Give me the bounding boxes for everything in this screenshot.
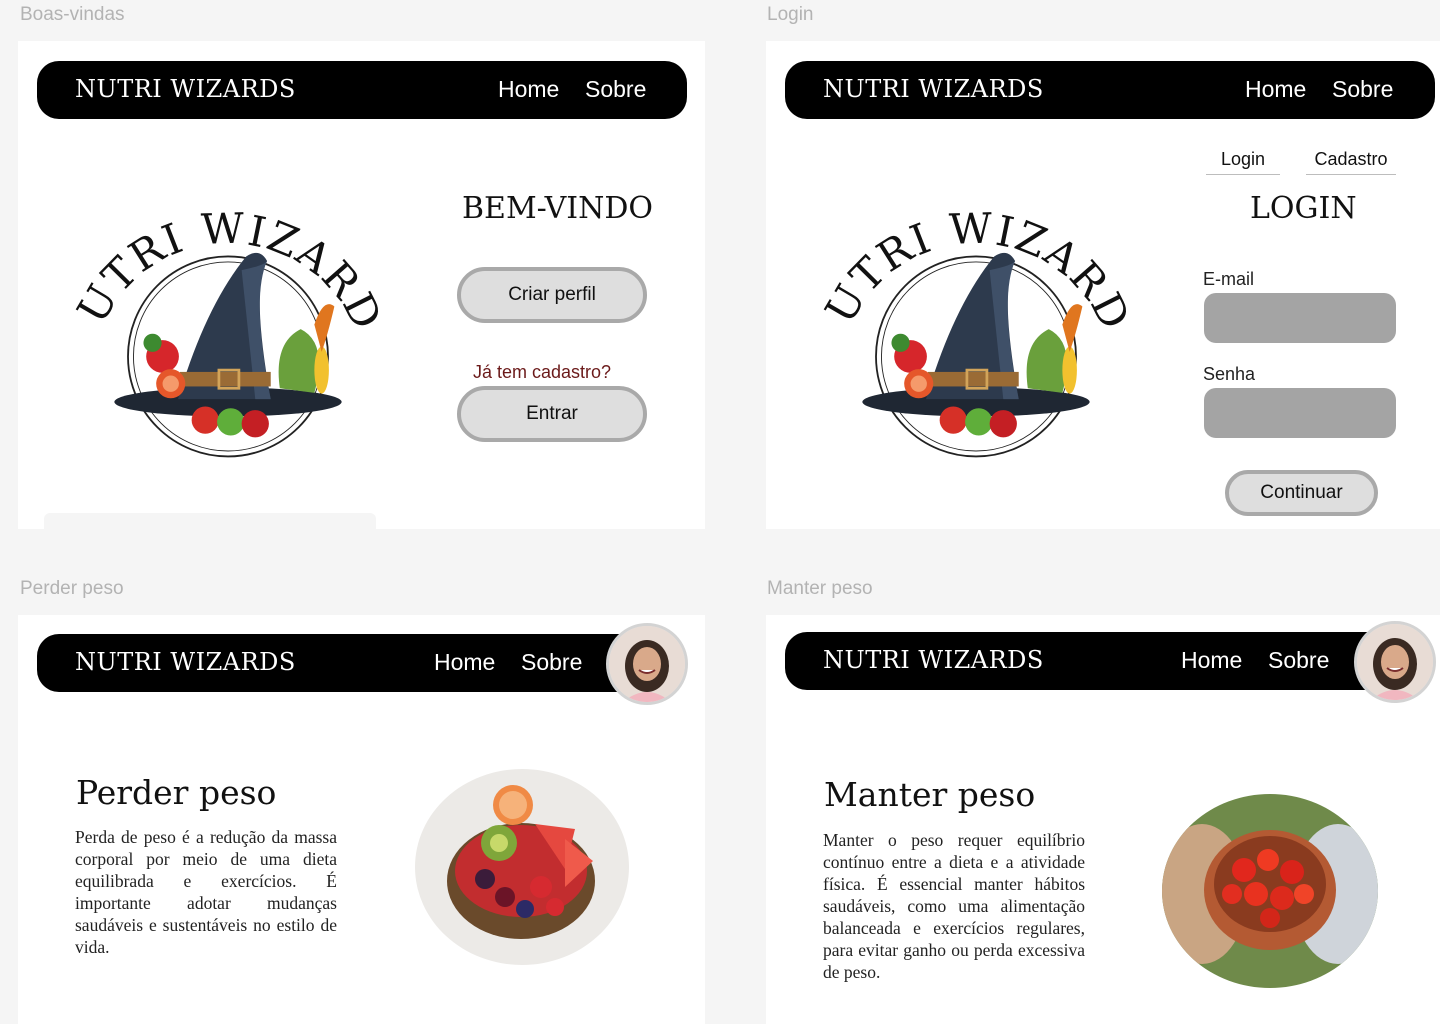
lose-weight-title: Perder peso [76,773,277,812]
navbar: NUTRI WIZARDS Home Sobre [37,634,665,692]
bottom-tab-shape [44,513,376,529]
navbar: NUTRI WIZARDS Home Sobre [785,632,1413,690]
nav-link-home[interactable]: Home [1181,647,1242,674]
avatar[interactable] [1354,621,1436,703]
frame-lose-weight: NUTRI WIZARDS Home Sobre Perder peso Per… [18,615,705,1024]
navbar: NUTRI WIZARDS Home Sobre [37,61,687,119]
tab-signup[interactable]: Cadastro [1306,149,1396,175]
brand-name[interactable]: NUTRI WIZARDS [823,646,1044,674]
tab-login[interactable]: Login [1206,149,1280,175]
nav-link-about[interactable]: Sobre [521,649,582,676]
nav-link-home[interactable]: Home [434,649,495,676]
email-field[interactable] [1204,293,1396,343]
enter-button[interactable]: Entrar [457,386,647,442]
login-title: LOGIN [1250,191,1357,226]
navbar: NUTRI WIZARDS Home Sobre [785,61,1435,119]
frame-label-lose-weight: Perder peso [20,578,124,599]
create-profile-button[interactable]: Criar perfil [457,267,647,323]
frame-welcome: NUTRI WIZARDS Home Sobre NUTRI WIZARDS B… [18,41,705,529]
nav-link-about[interactable]: Sobre [1332,76,1393,103]
fruit-bowl-image [415,769,629,965]
frame-label-login: Login [767,4,814,25]
frame-login: NUTRI WIZARDS Home Sobre NUTRI WIZARDS L… [766,41,1440,529]
frame-label-maintain-weight: Manter peso [767,578,873,599]
frame-maintain-weight: NUTRI WIZARDS Home Sobre Manter peso Man… [766,615,1440,1024]
lose-weight-text: Perda de peso é a redução da massa corpo… [75,827,337,957]
avatar[interactable] [606,623,688,705]
nav-link-home[interactable]: Home [1245,76,1306,103]
nav-link-about[interactable]: Sobre [1268,647,1329,674]
password-field[interactable] [1204,388,1396,438]
brand-name[interactable]: NUTRI WIZARDS [75,75,296,103]
logo-image: NUTRI WIZARDS [68,161,388,458]
frame-label-welcome: Boas-vindas [20,4,125,25]
have-account-text: Já tem cadastro? [473,362,612,382]
nav-link-about[interactable]: Sobre [585,76,646,103]
email-label: E-mail [1203,269,1255,289]
logo-image: NUTRI WIZARDS [816,161,1136,458]
welcome-title: BEM-VINDO [462,191,654,226]
brand-name[interactable]: NUTRI WIZARDS [75,648,296,676]
maintain-weight-title: Manter peso [824,775,1036,814]
maintain-weight-text: Manter o peso requer equilíbrio contínuo… [823,830,1085,982]
password-label: Senha [1203,364,1256,384]
brand-name[interactable]: NUTRI WIZARDS [823,75,1044,103]
nav-link-home[interactable]: Home [498,76,559,103]
continue-button[interactable]: Continuar [1225,470,1378,516]
tomato-bowl-image [1162,794,1378,988]
